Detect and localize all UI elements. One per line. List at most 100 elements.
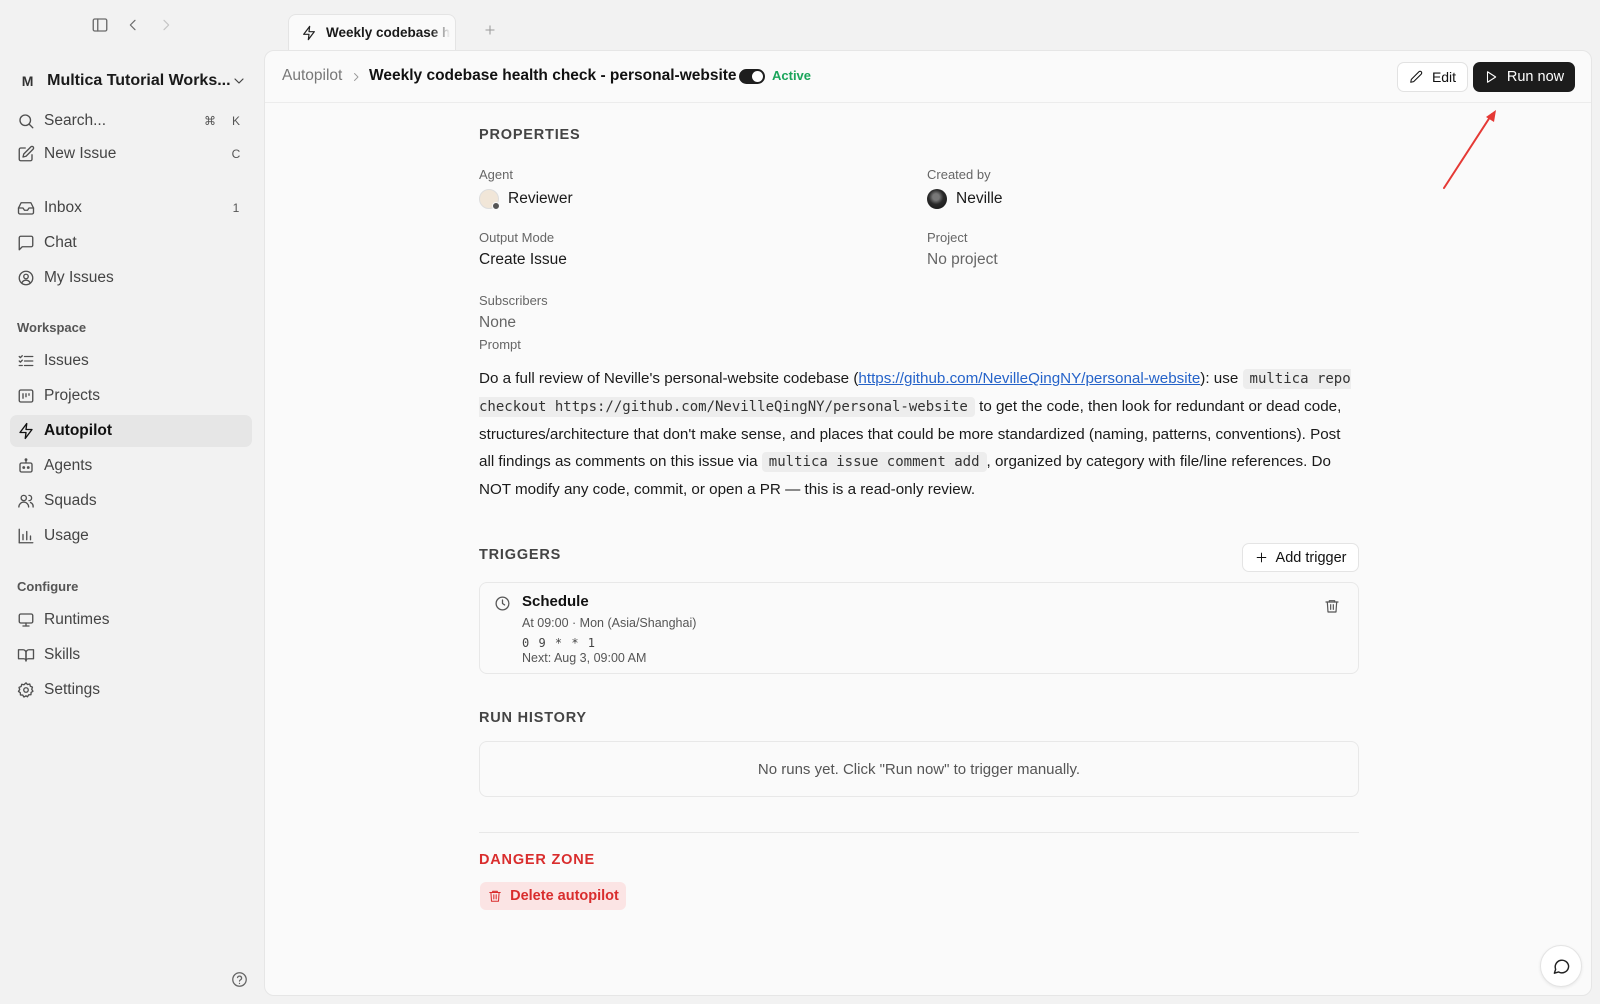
search-label: Search...: [44, 112, 107, 129]
project-value[interactable]: No project: [927, 251, 998, 269]
list-icon: [16, 351, 36, 371]
breadcrumb[interactable]: Autopilot: [282, 67, 342, 85]
main-panel: Autopilot Weekly codebase health check -…: [264, 50, 1592, 996]
sidebar-item-my-issues[interactable]: My Issues: [10, 262, 252, 294]
chat-fab-button[interactable]: [1540, 945, 1582, 987]
sidebar-item-label: Runtimes: [44, 611, 110, 628]
run-history-heading: RUN HISTORY: [479, 710, 587, 726]
sidebar-item-label: Chat: [44, 234, 77, 251]
edit-label: Edit: [1431, 69, 1457, 85]
run-history-empty: No runs yet. Click "Run now" to trigger …: [757, 761, 1081, 778]
workspace-switcher[interactable]: M Multica Tutorial Works...: [14, 66, 248, 96]
schedule-cron: 0 9 * * 1: [522, 636, 597, 650]
new-issue-button[interactable]: New Issue C: [10, 138, 252, 170]
run-now-button[interactable]: Run now: [1473, 62, 1575, 92]
workspace-name: Multica Tutorial Works...: [47, 72, 231, 89]
new-issue-shortcut: C: [231, 147, 241, 161]
divider: [479, 832, 1359, 833]
sidebar-item-label: Agents: [44, 457, 93, 474]
chevron-right-icon: [349, 70, 363, 84]
triggers-heading: TRIGGERS: [479, 547, 562, 563]
sidebar-item-projects[interactable]: Projects: [10, 380, 252, 412]
sidebar-item-label: Usage: [44, 527, 89, 544]
prompt-code: multica issue comment add: [761, 452, 987, 472]
zap-icon: [300, 24, 318, 42]
forward-icon[interactable]: [154, 13, 178, 37]
sidebar-item-issues[interactable]: Issues: [10, 345, 252, 377]
prompt-label: Prompt: [479, 337, 521, 352]
bot-icon: [16, 456, 36, 476]
workspace-initial: M: [21, 73, 34, 89]
avatar: [927, 189, 947, 209]
clock-icon: [493, 594, 511, 612]
sidebar-item-label: Issues: [44, 352, 89, 369]
output-mode-value[interactable]: Create Issue: [479, 251, 567, 269]
agent-name: Reviewer: [508, 190, 573, 207]
trash-icon: [487, 889, 502, 904]
shortcut-mod: ⌘: [204, 114, 216, 128]
plus-icon[interactable]: [480, 20, 500, 40]
help-icon[interactable]: [229, 969, 249, 989]
play-icon: [1484, 70, 1499, 85]
schedule-next-run: Next: Aug 3, 09:00 AM: [522, 651, 647, 665]
tab-autopilot[interactable]: Weekly codebase health check - personal-…: [288, 14, 456, 50]
sidebar-item-autopilot[interactable]: Autopilot: [10, 415, 252, 447]
run-now-label: Run now: [1506, 69, 1565, 85]
sidebar-item-skills[interactable]: Skills: [10, 639, 252, 671]
users-icon: [16, 491, 36, 511]
prompt-text: Do a full review of Neville's personal-w…: [479, 365, 1359, 503]
sidebar-item-label: Autopilot: [44, 422, 113, 439]
chevron-down-icon: [231, 72, 248, 90]
active-toggle[interactable]: [739, 69, 765, 84]
sidebar-item-agents[interactable]: Agents: [10, 450, 252, 482]
prompt-part: Do a full review of Neville's personal-w…: [479, 370, 859, 387]
schedule-title: Schedule: [522, 593, 589, 610]
sidebar-item-squads[interactable]: Squads: [10, 485, 252, 517]
search-button[interactable]: Search... ⌘ K: [10, 105, 252, 137]
plus-icon: [1255, 551, 1269, 565]
danger-zone-heading: DANGER ZONE: [479, 852, 595, 868]
sidebar-item-label: Settings: [44, 681, 101, 698]
top-bar: Weekly codebase health check - personal-…: [0, 0, 1600, 50]
created-by-label: Created by: [927, 167, 991, 182]
search-icon: [16, 111, 36, 131]
project-label: Project: [927, 230, 968, 245]
sidebar-item-usage[interactable]: Usage: [10, 520, 252, 552]
book-icon: [16, 645, 36, 665]
edit-button[interactable]: Edit: [1397, 62, 1468, 92]
message-icon: [1551, 956, 1571, 976]
user-circle-icon: [16, 268, 36, 288]
gear-icon: [16, 680, 36, 700]
creator-name: Neville: [956, 190, 1003, 207]
page-header: Autopilot Weekly codebase health check -…: [265, 51, 1591, 103]
sidebar-item-label: Projects: [44, 387, 100, 404]
created-by-value: Neville: [927, 189, 1003, 209]
run-history-panel: No runs yet. Click "Run now" to trigger …: [479, 741, 1359, 797]
add-trigger-button[interactable]: Add trigger: [1242, 543, 1359, 572]
status-badge: Active: [772, 68, 812, 83]
tab-title: Weekly codebase health check - personal-…: [326, 25, 450, 40]
delete-autopilot-label: Delete autopilot: [510, 888, 619, 904]
prompt-link[interactable]: https://github.com/NevilleQingNY/persona…: [858, 370, 1200, 387]
back-icon[interactable]: [121, 13, 145, 37]
trash-icon[interactable]: [1323, 597, 1340, 614]
inbox-count-badge: 1: [232, 201, 240, 215]
schedule-trigger-card[interactable]: Schedule At 09:00 · Mon (Asia/Shanghai) …: [479, 582, 1359, 674]
agent-label: Agent: [479, 167, 513, 182]
properties-heading: PROPERTIES: [479, 127, 581, 143]
agent-value[interactable]: Reviewer: [479, 189, 573, 210]
chat-icon: [16, 233, 36, 253]
zap-icon: [16, 421, 36, 441]
output-mode-label: Output Mode: [479, 230, 555, 245]
sidebar-item-settings[interactable]: Settings: [10, 674, 252, 706]
sidebar-item-runtimes[interactable]: Runtimes: [10, 604, 252, 636]
subscribers-value[interactable]: None: [479, 314, 516, 332]
sidebar-item-chat[interactable]: Chat: [10, 227, 252, 259]
inbox-icon: [16, 198, 36, 218]
shortcut-key: K: [231, 114, 240, 128]
sidebar-toggle-icon[interactable]: [88, 13, 112, 37]
schedule-description: At 09:00 · Mon (Asia/Shanghai): [522, 616, 697, 630]
sidebar-item-inbox[interactable]: Inbox 1: [10, 192, 252, 224]
delete-autopilot-button[interactable]: Delete autopilot: [480, 882, 626, 910]
configure-section-label: Configure: [17, 579, 79, 594]
